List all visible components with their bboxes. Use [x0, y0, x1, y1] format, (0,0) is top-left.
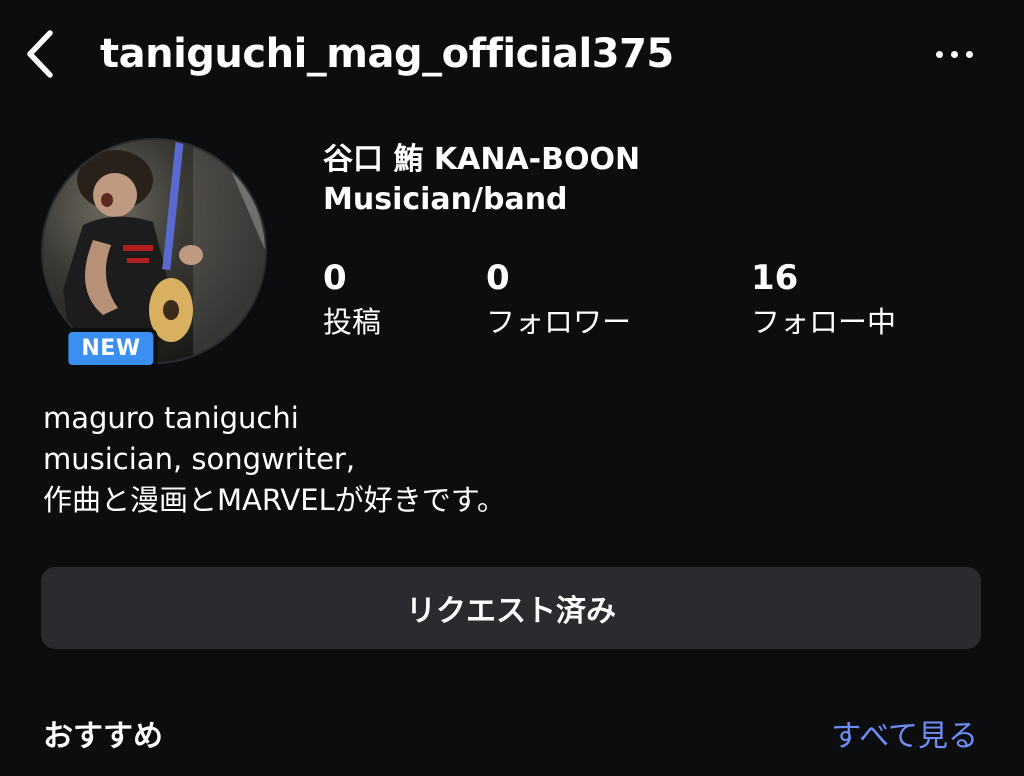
- display-name: 谷口 鮪 KANA-BOON: [323, 142, 641, 177]
- more-options-button[interactable]: [924, 38, 984, 70]
- profile-page: taniguchi_mag_official375 NEW 谷口 鮪 KANA-…: [0, 0, 1024, 776]
- bio-line: 作曲と漫画とMARVELが好きです。: [43, 483, 506, 517]
- ellipsis-horizontal-icon: [935, 50, 943, 58]
- bio-line: musician, songwriter,: [43, 442, 356, 476]
- profile-bio: maguro taniguchi musician, songwriter, 作…: [43, 398, 506, 521]
- stat-followers-value: 0: [486, 258, 510, 298]
- stat-following[interactable]: 16 フォロー中: [751, 256, 896, 342]
- stat-posts[interactable]: 0 投稿: [323, 256, 381, 342]
- follow-requested-button[interactable]: リクエスト済み: [41, 567, 981, 649]
- profile-username: taniguchi_mag_official375: [100, 31, 674, 77]
- stat-posts-label: 投稿: [323, 305, 382, 339]
- stat-following-label: フォロー中: [751, 305, 897, 339]
- stat-following-value: 16: [751, 258, 799, 298]
- stat-followers[interactable]: 0 フォロワー: [486, 256, 631, 342]
- stat-posts-value: 0: [323, 258, 347, 298]
- see-all-link[interactable]: すべて見る: [831, 716, 978, 758]
- profile-category: Musician/band: [323, 182, 568, 217]
- back-button[interactable]: [18, 26, 62, 82]
- suggestions-title: おすすめ: [43, 719, 163, 754]
- stat-followers-label: フォロワー: [486, 305, 632, 339]
- bio-line: maguro taniguchi: [43, 401, 299, 435]
- new-badge: NEW: [64, 328, 158, 369]
- chevron-left-icon: [27, 30, 53, 78]
